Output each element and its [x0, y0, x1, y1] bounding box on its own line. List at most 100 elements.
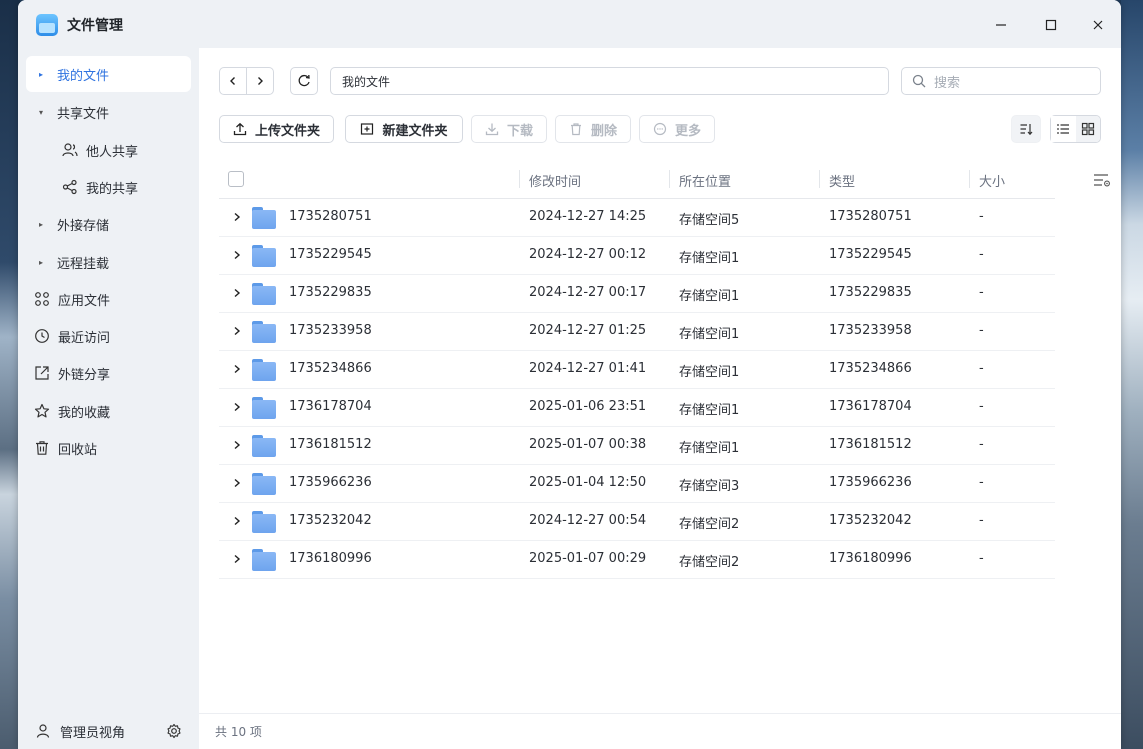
file-name[interactable]: 1735280751	[289, 209, 372, 224]
sidebar-item-shared-files[interactable]: ▾ 共享文件	[26, 94, 191, 130]
minimize-button[interactable]	[986, 10, 1016, 40]
upload-folder-button[interactable]: 上传文件夹	[219, 115, 334, 143]
users-icon	[62, 142, 78, 158]
table-row[interactable]: 1735229545 2024-12-27 00:12 存储空间1 173522954…	[219, 237, 1055, 275]
maximize-button[interactable]	[1036, 10, 1066, 40]
search-input[interactable]: 搜索	[901, 67, 1101, 95]
table-row[interactable]: 1735280751 2024-12-27 14:25 存储空间5 173528075…	[219, 199, 1055, 237]
expand-caret-icon[interactable]	[231, 362, 243, 376]
expand-caret-icon[interactable]	[231, 324, 243, 338]
sidebar-item-my-files[interactable]: ▸ 我的文件	[26, 56, 191, 92]
table-row[interactable]: 1735233958 2024-12-27 01:25 存储空间1 173523395…	[219, 313, 1055, 351]
more-button[interactable]: 更多	[639, 115, 715, 143]
search-icon	[912, 74, 926, 88]
folder-icon	[252, 283, 276, 305]
file-name[interactable]: 1736180996	[289, 551, 372, 566]
expand-caret-icon[interactable]	[231, 210, 243, 224]
path-field[interactable]: 我的文件	[330, 67, 889, 95]
external-link-icon	[34, 365, 50, 381]
column-divider	[969, 170, 970, 188]
expand-caret-icon[interactable]	[231, 400, 243, 414]
refresh-icon	[298, 74, 310, 87]
sidebar-item-label: 我的文件	[57, 68, 110, 84]
location: 存储空间1	[679, 251, 740, 266]
expand-caret-icon[interactable]	[231, 438, 243, 452]
sidebar: ▸ 我的文件 ▾ 共享文件 他人共享 我的共享 ▸ 外接存储 ▸ 远程挂载 应用…	[18, 48, 199, 749]
admin-view-label[interactable]: 管理员视角	[60, 722, 125, 741]
folder-icon	[252, 473, 276, 495]
expand-caret-icon[interactable]	[231, 248, 243, 262]
expand-caret-icon[interactable]	[231, 476, 243, 490]
new-folder-button[interactable]: 新建文件夹	[345, 115, 463, 143]
column-type[interactable]: 类型	[829, 171, 855, 190]
status-bar: 共 10 项	[199, 713, 1121, 749]
item-count: 共 10 项	[215, 725, 262, 739]
sidebar-item-app-files[interactable]: 应用文件	[26, 281, 191, 317]
modified-time: 2024-12-27 00:12	[529, 247, 647, 262]
location: 存储空间1	[679, 403, 740, 418]
back-button[interactable]	[220, 68, 246, 94]
view-toggle	[1050, 115, 1101, 143]
sidebar-item-label: 共享文件	[57, 106, 110, 122]
sidebar-item-external-storage[interactable]: ▸ 外接存储	[26, 206, 191, 242]
sidebar-item-my-shares[interactable]: 我的共享	[52, 169, 191, 205]
sidebar-item-label: 外接存储	[57, 218, 110, 234]
close-button[interactable]	[1083, 10, 1113, 40]
sort-button[interactable]	[1011, 115, 1041, 143]
sidebar-item-link-shares[interactable]: 外链分享	[26, 355, 191, 391]
table-row[interactable]: 1736178704 2025-01-06 23:51 存储空间1 173617870…	[219, 389, 1055, 427]
table-row[interactable]: 1735966236 2025-01-04 12:50 存储空间3 173596623…	[219, 465, 1055, 503]
file-name[interactable]: 1736178704	[289, 399, 372, 414]
sidebar-item-label: 他人共享	[86, 144, 139, 160]
column-modified-time[interactable]: 修改时间	[529, 171, 581, 190]
file-name[interactable]: 1735234866	[289, 361, 372, 376]
folder-icon	[252, 321, 276, 343]
sidebar-item-shared-with-me[interactable]: 他人共享	[52, 132, 191, 168]
file-name[interactable]: 1735966236	[289, 475, 372, 490]
maximize-icon	[1045, 19, 1057, 31]
history-nav	[219, 67, 274, 95]
caret-right-icon: ▸	[39, 257, 44, 267]
folder-icon	[252, 435, 276, 457]
table-row[interactable]: 1736181512 2025-01-07 00:38 存储空间1 173618151…	[219, 427, 1055, 465]
sidebar-item-trash[interactable]: 回收站	[26, 430, 191, 466]
app-folder-icon	[36, 14, 58, 36]
sidebar-item-favorites[interactable]: 我的收藏	[26, 393, 191, 429]
file-name[interactable]: 1735229835	[289, 285, 372, 300]
table-row[interactable]: 1735229835 2024-12-27 00:17 存储空间1 173522983…	[219, 275, 1055, 313]
table-row[interactable]: 1735234866 2024-12-27 01:41 存储空间1 173523486…	[219, 351, 1055, 389]
forward-button[interactable]	[246, 68, 273, 94]
file-name[interactable]: 1736181512	[289, 437, 372, 452]
caret-right-icon: ▸	[39, 219, 44, 229]
download-button[interactable]: 下载	[471, 115, 547, 143]
modified-time: 2024-12-27 14:25	[529, 209, 647, 224]
file-name[interactable]: 1735229545	[289, 247, 372, 262]
column-settings-button[interactable]	[1092, 171, 1112, 189]
location: 存储空间1	[679, 289, 740, 304]
select-all-checkbox[interactable]	[228, 171, 244, 187]
grid-view-button[interactable]	[1075, 116, 1100, 142]
expand-caret-icon[interactable]	[231, 514, 243, 528]
delete-button[interactable]: 删除	[555, 115, 631, 143]
sort-icon	[1020, 124, 1033, 136]
expand-caret-icon[interactable]	[231, 286, 243, 300]
table-row[interactable]: 1736180996 2025-01-07 00:29 存储空间2 173618099…	[219, 541, 1055, 579]
location: 存储空间2	[679, 555, 740, 570]
list-view-icon	[1057, 124, 1070, 134]
table-row[interactable]: 1735232042 2024-12-27 00:54 存储空间2 173523204…	[219, 503, 1055, 541]
main-panel: 我的文件 搜索 上传文件夹 新建文件夹 下载 删除 更多 修改时间 所在位置 类…	[199, 48, 1121, 749]
file-name[interactable]: 1735232042	[289, 513, 372, 528]
column-size[interactable]: 大小	[979, 171, 1005, 190]
expand-caret-icon[interactable]	[231, 552, 243, 566]
column-location[interactable]: 所在位置	[679, 171, 731, 190]
list-view-button[interactable]	[1051, 116, 1076, 142]
refresh-button[interactable]	[290, 67, 318, 95]
clock-icon	[34, 328, 50, 344]
folder-icon	[252, 511, 276, 533]
sidebar-item-remote-mount[interactable]: ▸ 远程挂载	[26, 244, 191, 280]
sidebar-item-recent[interactable]: 最近访问	[26, 318, 191, 354]
caret-right-icon: ▸	[39, 69, 44, 79]
new-folder-label: 新建文件夹	[382, 123, 448, 139]
gear-icon[interactable]	[166, 723, 182, 739]
file-name[interactable]: 1735233958	[289, 323, 372, 338]
